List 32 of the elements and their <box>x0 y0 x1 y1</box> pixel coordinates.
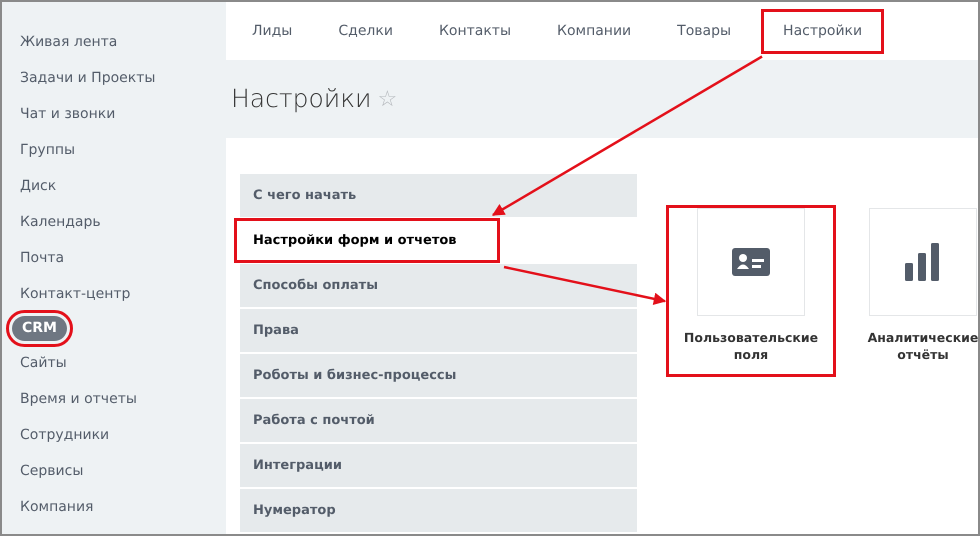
page-title: Настройки <box>231 84 372 114</box>
settings-menu-item[interactable]: Права <box>240 309 637 352</box>
settings-menu-item[interactable]: Роботы и бизнес-процессы <box>240 354 637 397</box>
bar-chart-icon <box>905 243 941 281</box>
settings-menu-item[interactable]: Способы оплаты <box>240 264 637 307</box>
sidebar-item[interactable]: Почта <box>2 240 82 276</box>
tab[interactable]: Контакты <box>418 10 531 52</box>
sidebar-item[interactable]: Группы <box>2 132 94 168</box>
sidebar-item[interactable]: Диск <box>2 168 74 204</box>
sidebar-item[interactable]: Календарь <box>2 204 119 240</box>
sidebar-item[interactable]: Задачи и Проекты <box>2 60 174 96</box>
sidebar-item[interactable]: Живая лента <box>2 24 136 60</box>
sidebar-item[interactable]: Сайты <box>2 345 85 381</box>
settings-menu-item[interactable]: Настройки форм и отчетов <box>235 219 499 262</box>
sidebar-item[interactable]: Сотрудники <box>2 417 128 453</box>
settings-menu-item[interactable]: С чего начать <box>240 174 637 217</box>
settings-menu-item[interactable]: Нумератор <box>240 489 637 532</box>
sidebar-item[interactable]: Контакт-центр <box>2 276 148 312</box>
sidebar-item[interactable]: CRM <box>12 316 67 341</box>
tab[interactable]: Лиды <box>232 10 312 52</box>
settings-menu-item[interactable]: Интеграции <box>240 444 637 487</box>
settings-menu-item[interactable]: Работа с почтой <box>240 399 637 442</box>
sidebar-item[interactable]: Компания <box>2 489 112 525</box>
tab[interactable]: Настройки <box>763 10 882 52</box>
sidebar-item[interactable]: Сервисы <box>2 453 102 489</box>
settings-tile[interactable]: Пользовательские поля <box>669 208 833 374</box>
contact-card-icon <box>732 248 770 276</box>
tab[interactable]: Товары <box>657 10 752 52</box>
tab[interactable]: Компании <box>537 10 652 52</box>
sidebar-item[interactable]: Время и отчеты <box>2 381 155 417</box>
sidebar-item[interactable]: Чат и звонки <box>2 96 134 132</box>
tab[interactable]: Сделки <box>318 10 413 52</box>
